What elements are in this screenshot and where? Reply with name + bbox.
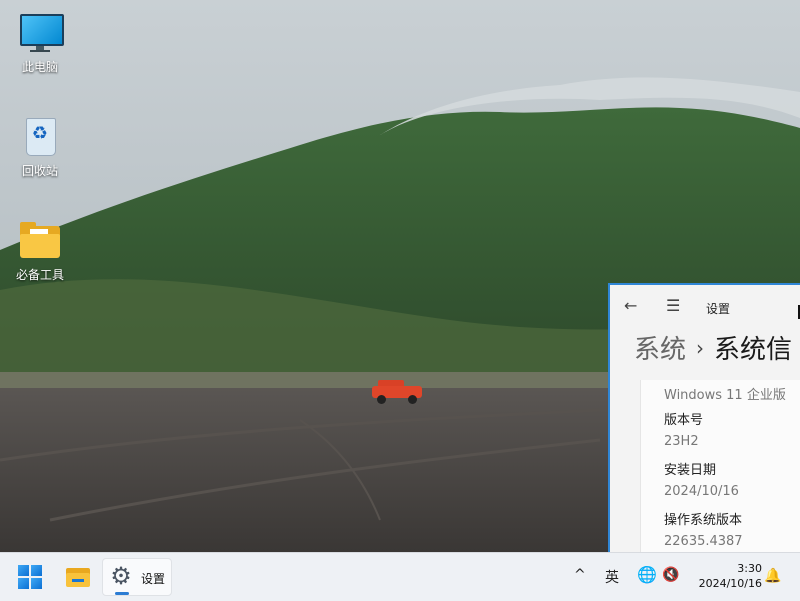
chevron-up-icon[interactable]: ^: [574, 567, 586, 583]
install-date-label: 安装日期: [664, 463, 717, 478]
computer-icon: [18, 12, 64, 52]
breadcrumb-separator: ›: [696, 336, 705, 360]
edition-value: Windows 11 企业版: [664, 388, 786, 403]
os-build-label: 操作系统版本: [664, 513, 743, 528]
gear-icon: ⚙: [110, 562, 132, 590]
desktop-icon-label: 回收站: [21, 164, 58, 178]
clock-time: 3:30: [737, 562, 762, 575]
desktop-icon-label: 必备工具: [15, 268, 64, 282]
recycle-bin-icon: ♻: [18, 116, 62, 156]
speaker-muted-icon[interactable]: 🔇: [662, 566, 680, 584]
hamburger-menu-icon[interactable]: ☰: [666, 297, 684, 315]
orange-jeep: [372, 380, 422, 404]
settings-window: ← ☰ 设置 系统 › 系统信 Windows 11 企业版 版本号 23H2 安装…: [608, 283, 800, 552]
active-indicator: [115, 592, 129, 595]
globe-network-icon[interactable]: 🌐: [637, 566, 657, 584]
taskbar: ⚙ 设置 ^ 英 🌐 🔇 3:30 2024/10/16 🔔: [0, 552, 800, 601]
window-title: 设置: [706, 302, 731, 316]
windows-logo-icon[interactable]: [18, 565, 42, 589]
breadcrumb-current: 系统信: [714, 335, 793, 365]
desktop-icon-label: 此电脑: [21, 60, 58, 74]
os-build-value: 22635.4387: [664, 534, 743, 549]
back-arrow-icon[interactable]: ←: [624, 297, 642, 315]
clock[interactable]: 3:30 2024/10/16: [690, 561, 762, 591]
version-value: 23H2: [664, 434, 699, 449]
file-explorer-icon[interactable]: [60, 559, 96, 595]
notification-bell-icon[interactable]: 🔔: [764, 567, 782, 585]
folder-icon: [18, 220, 62, 260]
clock-date: 2024/10/16: [698, 577, 762, 590]
install-date-value: 2024/10/16: [664, 484, 739, 499]
title-bar: ← ☰ 设置: [610, 285, 800, 329]
desktop-icon-this-pc[interactable]: 此电脑: [8, 12, 72, 75]
version-label: 版本号: [664, 413, 704, 428]
breadcrumb-parent[interactable]: 系统: [634, 335, 686, 365]
taskbar-settings-app[interactable]: ⚙ 设置: [102, 558, 172, 596]
breadcrumb: 系统 › 系统信: [634, 329, 792, 369]
desktop-icon-recycle-bin[interactable]: ♻ 回收站: [8, 116, 72, 179]
input-method-indicator[interactable]: 英: [605, 567, 619, 587]
desktop-icon-tools-folder[interactable]: 必备工具: [8, 220, 72, 283]
taskbar-app-label: 设置: [141, 572, 166, 586]
